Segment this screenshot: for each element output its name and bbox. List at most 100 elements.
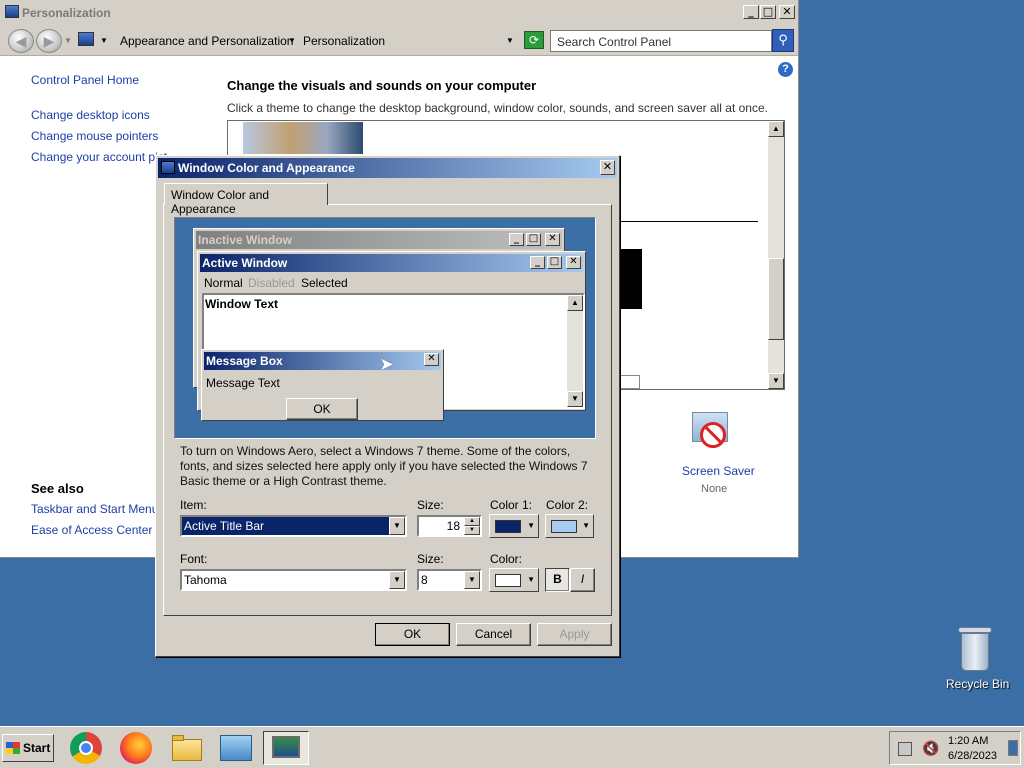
refresh-icon[interactable]: ⟳ <box>524 31 544 49</box>
italic-toggle[interactable]: I <box>570 568 595 592</box>
font-size-select[interactable]: 8 ▼ <box>417 569 482 591</box>
color2-label: Color 2: <box>546 498 589 512</box>
forward-button[interactable]: ▶ <box>36 29 62 53</box>
windows-logo-icon <box>6 742 20 754</box>
search-icon[interactable]: ⚲ <box>772 29 794 52</box>
breadcrumb-chevron-icon[interactable]: ▼ <box>100 36 108 45</box>
maximize-icon: □ <box>526 233 541 246</box>
chevron-down-icon[interactable]: ▼ <box>389 571 405 589</box>
item-label: Item: <box>180 498 207 512</box>
screen-saver-icon[interactable] <box>688 410 740 458</box>
message-box-titlebar[interactable]: Message Box ✕ <box>204 352 441 370</box>
appearance-preview[interactable]: Inactive Window _ □ ✕ Active Window _ □ … <box>174 217 596 439</box>
window-text: Window Text <box>205 297 278 311</box>
inactive-window-title: Inactive Window <box>198 233 292 247</box>
menu-disabled[interactable]: Disabled <box>248 276 295 290</box>
scroll-down-icon[interactable]: ▼ <box>768 373 784 389</box>
color1-picker[interactable]: ▼ <box>489 514 539 538</box>
recycle-bin-label[interactable]: Recycle Bin <box>946 677 1009 691</box>
breadcrumb-appearance[interactable]: Appearance and Personalization <box>120 34 293 48</box>
address-dropdown-icon[interactable]: ▼ <box>506 36 514 45</box>
explorer-icon[interactable] <box>166 731 206 765</box>
inactive-titlebar[interactable]: Inactive Window _ □ ✕ <box>196 231 562 249</box>
clock-date[interactable]: 6/28/2023 <box>948 750 997 762</box>
dialog-close-button[interactable]: ✕ <box>600 160 615 175</box>
breadcrumb-personalization[interactable]: Personalization <box>303 34 385 48</box>
theme-thumbnail[interactable] <box>243 122 363 154</box>
volume-muted-icon[interactable]: 🔇 <box>922 740 939 757</box>
show-desktop-button[interactable] <box>1008 740 1018 756</box>
scroll-down-icon[interactable]: ▼ <box>567 391 583 407</box>
minimize-button[interactable]: _ <box>743 5 759 19</box>
scroll-up-icon[interactable]: ▲ <box>768 121 784 137</box>
personalization-icon[interactable] <box>263 731 309 765</box>
see-also-ease-of-access[interactable]: Ease of Access Center <box>31 523 152 537</box>
font-select[interactable]: Tahoma ▼ <box>180 569 407 591</box>
chevron-down-icon: ▼ <box>527 575 535 584</box>
scroll-up-icon[interactable]: ▲ <box>567 295 583 311</box>
screen-saver-label[interactable]: Screen Saver <box>682 464 755 478</box>
sidebar-item-desktop-icons[interactable]: Change desktop icons <box>31 108 150 122</box>
window-titlebar[interactable]: Personalization _ □ ✕ <box>0 0 798 26</box>
chevron-down-icon[interactable]: ▼ <box>464 571 480 589</box>
taskbar: Start 🔇 1:20 AM 6/28/2023 <box>0 726 1024 768</box>
close-button[interactable]: ✕ <box>779 5 795 19</box>
item-select[interactable]: Active Title Bar ▼ <box>180 515 407 537</box>
recent-pages-dropdown-icon[interactable]: ▼ <box>64 36 72 45</box>
sidebar-control-panel-home[interactable]: Control Panel Home <box>31 73 139 87</box>
spin-down-icon[interactable]: ▼ <box>464 526 480 535</box>
window-title: Personalization <box>22 6 111 20</box>
bold-toggle[interactable]: B <box>545 568 570 592</box>
color2-picker[interactable]: ▼ <box>545 514 594 538</box>
see-also-taskbar[interactable]: Taskbar and Start Menu <box>31 502 158 516</box>
control-panel-icon <box>78 32 94 46</box>
chevron-down-icon: ▼ <box>527 521 535 530</box>
font-color-picker[interactable]: ▼ <box>489 568 539 592</box>
font-color-label: Color: <box>490 552 523 566</box>
clock-time[interactable]: 1:20 AM <box>948 735 988 747</box>
search-input[interactable]: Search Control Panel <box>550 30 772 52</box>
spin-up-icon[interactable]: ▲ <box>464 517 480 526</box>
start-label: Start <box>23 741 51 755</box>
chevron-down-icon[interactable]: ▼ <box>389 517 405 535</box>
minimize-icon: _ <box>509 233 524 246</box>
font-select-value: Tahoma <box>184 573 227 587</box>
theme-list-scrollbar[interactable]: ▲ ▼ <box>768 121 784 389</box>
control-panel-icon[interactable] <box>216 731 256 765</box>
screen-saver-value: None <box>701 483 728 495</box>
dialog-titlebar[interactable]: Window Color and Appearance ✕ <box>158 158 617 178</box>
maximize-button[interactable]: □ <box>760 5 776 19</box>
sidebar-item-account-picture[interactable]: Change your account pict <box>31 150 167 164</box>
breadcrumb-chevron-icon[interactable]: ▼ <box>288 36 296 45</box>
start-button[interactable]: Start <box>2 734 54 762</box>
help-icon[interactable]: ? <box>778 62 793 77</box>
back-button[interactable]: ◀ <box>8 29 34 53</box>
message-box-ok-button[interactable]: OK <box>286 398 358 420</box>
aero-info-text: To turn on Windows Aero, select a Window… <box>180 444 588 488</box>
dialog-title: Window Color and Appearance <box>178 161 355 175</box>
font-size-value: 8 <box>421 573 428 587</box>
chrome-icon[interactable] <box>66 731 106 765</box>
ok-button[interactable]: OK <box>375 623 450 646</box>
menu-selected[interactable]: Selected <box>301 276 348 290</box>
item-size-value: 18 <box>446 519 460 533</box>
item-size-spinner[interactable]: 18 ▲ ▼ <box>417 515 482 537</box>
cancel-button[interactable]: Cancel <box>456 623 531 646</box>
close-icon: ✕ <box>424 353 439 366</box>
color2-swatch <box>551 520 577 533</box>
recycle-bin-icon[interactable] <box>954 625 996 673</box>
theme-thumbnail-dark[interactable] <box>620 249 642 309</box>
menu-normal[interactable]: Normal <box>204 276 243 290</box>
network-icon[interactable] <box>898 742 912 756</box>
preview-scrollbar[interactable]: ▲ ▼ <box>567 295 583 407</box>
breadcrumb[interactable]: ▼ Appearance and Personalization ▼ Perso… <box>72 30 518 52</box>
apply-button[interactable]: Apply <box>537 623 612 646</box>
theme-thumbnail-frame[interactable] <box>620 375 640 389</box>
tab-window-color[interactable]: Window Color and Appearance <box>164 183 328 216</box>
firefox-icon[interactable] <box>116 731 156 765</box>
message-box-preview[interactable]: Message Box ✕ Message Text OK <box>201 349 444 421</box>
sidebar-item-mouse-pointers[interactable]: Change mouse pointers <box>31 129 158 143</box>
active-titlebar[interactable]: Active Window _ □ ✕ <box>200 254 583 272</box>
active-window-title: Active Window <box>202 256 288 270</box>
scroll-thumb[interactable] <box>768 258 784 340</box>
